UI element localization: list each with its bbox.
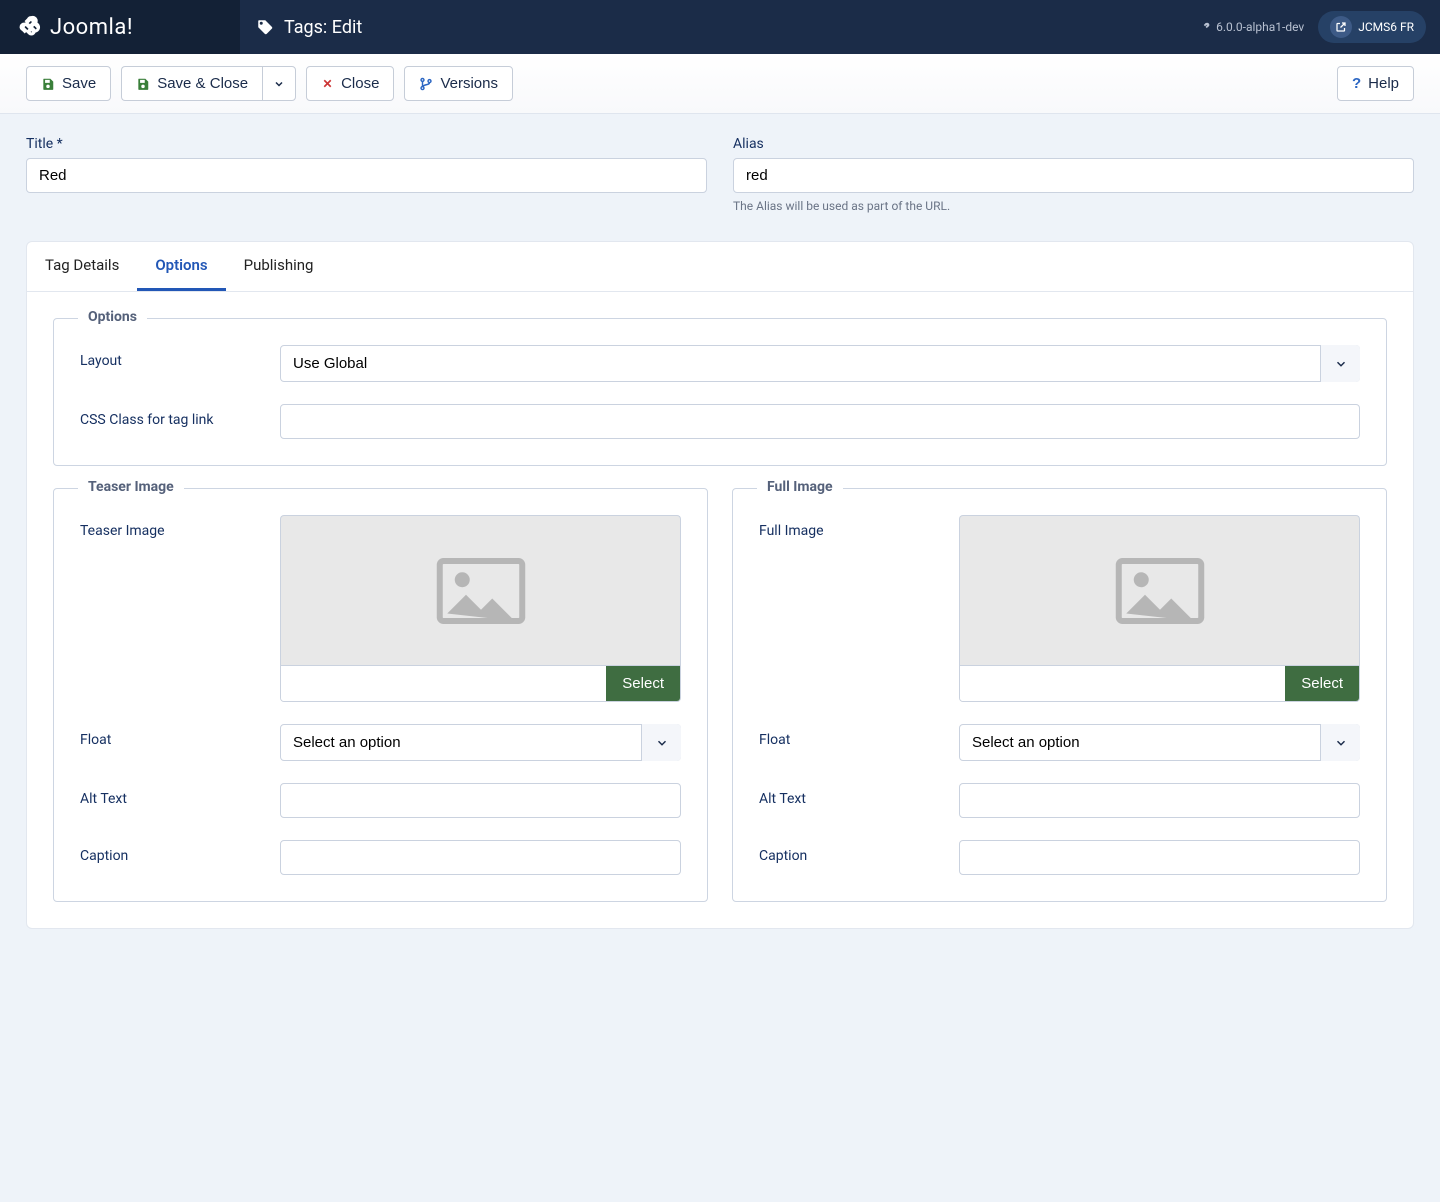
teaser-image-label: Teaser Image bbox=[80, 515, 280, 539]
layout-label: Layout bbox=[80, 345, 280, 369]
page-title-block: Tags: Edit bbox=[240, 17, 1201, 38]
full-float-select[interactable]: Select an option bbox=[959, 724, 1360, 761]
full-caption-label: Caption bbox=[759, 840, 959, 864]
branch-icon bbox=[419, 77, 433, 91]
external-link-icon bbox=[1330, 16, 1352, 38]
title-input[interactable] bbox=[26, 158, 707, 193]
teaser-image-fieldset: Teaser Image Teaser Image Select bbox=[53, 488, 708, 902]
versions-button[interactable]: Versions bbox=[404, 66, 513, 101]
alias-label: Alias bbox=[733, 136, 1414, 152]
image-placeholder-icon bbox=[1115, 556, 1205, 626]
topbar: Joomla! Tags: Edit 6.0.0-alpha1-dev JCMS… bbox=[0, 0, 1440, 54]
tabs: Tag Details Options Publishing bbox=[27, 242, 1413, 292]
teaser-legend: Teaser Image bbox=[78, 479, 184, 495]
joomla-mini-icon bbox=[1201, 22, 1212, 33]
joomla-icon bbox=[18, 14, 44, 40]
teaser-image-preview bbox=[280, 515, 681, 665]
full-float-label: Float bbox=[759, 724, 959, 748]
save-icon bbox=[41, 77, 55, 91]
full-alt-label: Alt Text bbox=[759, 783, 959, 807]
full-image-label: Full Image bbox=[759, 515, 959, 539]
save-close-group: Save & Close bbox=[121, 66, 296, 101]
options-legend: Options bbox=[78, 309, 147, 325]
site-link[interactable]: JCMS6 FR bbox=[1318, 11, 1426, 43]
panel-body: Options Layout Use Global CSS Class for … bbox=[27, 292, 1413, 928]
save-close-button[interactable]: Save & Close bbox=[121, 66, 262, 101]
full-image-select-button[interactable]: Select bbox=[1285, 666, 1359, 701]
css-class-label: CSS Class for tag link bbox=[80, 404, 280, 428]
tab-options[interactable]: Options bbox=[137, 242, 225, 291]
version-badge: 6.0.0-alpha1-dev bbox=[1201, 20, 1304, 34]
close-button[interactable]: Close bbox=[306, 66, 394, 101]
full-caption-input[interactable] bbox=[959, 840, 1360, 875]
css-class-input[interactable] bbox=[280, 404, 1360, 439]
image-placeholder-icon bbox=[436, 556, 526, 626]
teaser-alt-label: Alt Text bbox=[80, 783, 280, 807]
full-alt-input[interactable] bbox=[959, 783, 1360, 818]
title-alias-area: Title * Alias The Alias will be used as … bbox=[0, 114, 1440, 223]
toolbar: Save Save & Close Close Versions ? Help bbox=[0, 54, 1440, 114]
help-button[interactable]: ? Help bbox=[1337, 66, 1414, 101]
topbar-right: 6.0.0-alpha1-dev JCMS6 FR bbox=[1201, 11, 1440, 43]
alias-hint: The Alias will be used as part of the UR… bbox=[733, 199, 1414, 213]
teaser-float-select[interactable]: Select an option bbox=[280, 724, 681, 761]
teaser-caption-input[interactable] bbox=[280, 840, 681, 875]
full-legend: Full Image bbox=[757, 479, 843, 495]
tag-icon bbox=[256, 18, 274, 36]
chevron-down-icon bbox=[273, 78, 285, 90]
help-icon: ? bbox=[1352, 75, 1361, 92]
alias-input[interactable] bbox=[733, 158, 1414, 193]
teaser-caption-label: Caption bbox=[80, 840, 280, 864]
full-image-path-input[interactable] bbox=[960, 666, 1285, 701]
options-fieldset: Options Layout Use Global CSS Class for … bbox=[53, 318, 1387, 466]
teaser-alt-input[interactable] bbox=[280, 783, 681, 818]
full-image-fieldset: Full Image Full Image Select Floa bbox=[732, 488, 1387, 902]
close-icon bbox=[321, 77, 334, 90]
teaser-image-select-button[interactable]: Select bbox=[606, 666, 680, 701]
tab-publishing[interactable]: Publishing bbox=[226, 242, 332, 291]
save-icon bbox=[136, 77, 150, 91]
brand-text: Joomla! bbox=[50, 15, 133, 40]
title-label: Title * bbox=[26, 136, 707, 152]
full-image-preview bbox=[959, 515, 1360, 665]
save-button[interactable]: Save bbox=[26, 66, 111, 101]
teaser-image-path-input[interactable] bbox=[281, 666, 606, 701]
brand-logo[interactable]: Joomla! bbox=[0, 0, 240, 54]
main-panel: Tag Details Options Publishing Options L… bbox=[26, 241, 1414, 929]
page-title: Tags: Edit bbox=[284, 17, 362, 38]
layout-select[interactable]: Use Global bbox=[280, 345, 1360, 382]
tab-tag-details[interactable]: Tag Details bbox=[27, 242, 137, 291]
teaser-float-label: Float bbox=[80, 724, 280, 748]
save-close-dropdown[interactable] bbox=[262, 66, 296, 101]
